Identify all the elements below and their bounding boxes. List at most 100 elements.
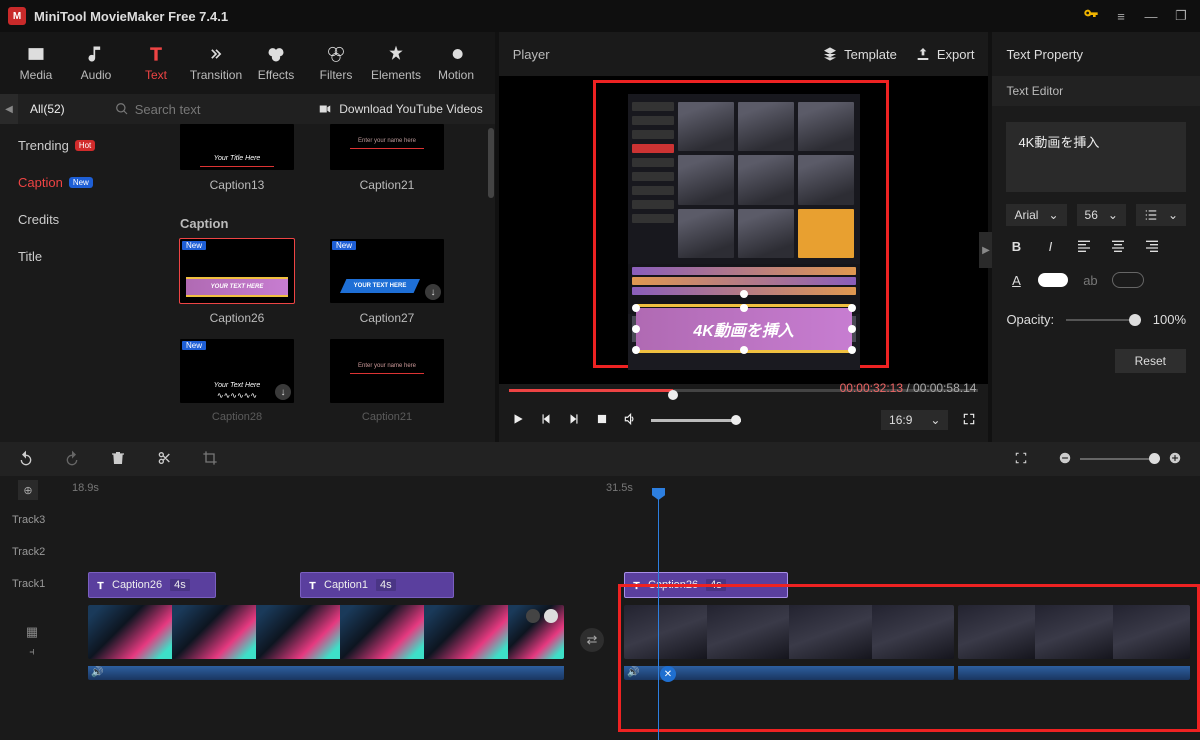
align-left-button[interactable] <box>1074 236 1094 256</box>
prev-frame-button[interactable] <box>539 412 553 429</box>
clip-badge-icon <box>526 609 540 623</box>
audio-waveform[interactable]: 🔊 <box>88 666 564 680</box>
volume-icon[interactable] <box>623 412 637 429</box>
menu-icon[interactable]: ≡ <box>1110 9 1132 24</box>
download-youtube-link[interactable]: Download YouTube Videos <box>317 102 482 116</box>
video-preview: 4K動画を挿入 <box>628 94 860 370</box>
video-track-icon[interactable]: ▦ <box>26 624 38 640</box>
chevron-down-icon: ⌄ <box>1048 208 1058 222</box>
line-spacing-dropdown[interactable]: ⌄ <box>1136 204 1186 226</box>
swap-clips-button[interactable]: ⇄ <box>580 628 604 652</box>
clip-badge-icon <box>544 609 558 623</box>
highlight-color-swatch[interactable] <box>1112 272 1144 288</box>
download-icon[interactable]: ↓ <box>425 284 441 300</box>
delete-button[interactable] <box>110 450 126 469</box>
tab-elements[interactable]: Elements <box>366 44 426 82</box>
template-button[interactable]: Template <box>822 46 897 62</box>
panel-subtitle: Text Editor <box>1006 84 1063 98</box>
tab-effects[interactable]: Effects <box>246 44 306 82</box>
caption-thumbnail[interactable]: Enter your name here <box>330 124 444 170</box>
next-frame-button[interactable] <box>567 412 581 429</box>
chevron-down-icon: ⌄ <box>1108 208 1118 222</box>
chevron-down-icon: ⌄ <box>1168 208 1178 222</box>
redo-button[interactable] <box>64 450 80 469</box>
category-trending[interactable]: TrendingHot <box>18 138 158 153</box>
search-input[interactable]: Search text <box>115 102 308 117</box>
download-icon[interactable]: ↓ <box>275 384 291 400</box>
text-content-input[interactable]: 4K動画を挿入 <box>1006 122 1186 192</box>
font-family-dropdown[interactable]: Arial⌄ <box>1006 204 1066 226</box>
reset-button[interactable]: Reset <box>1115 349 1186 373</box>
time-current: 00:00:32:13 <box>840 381 903 395</box>
highlight-button[interactable]: ab <box>1080 270 1100 290</box>
minimize-icon[interactable]: — <box>1140 9 1162 24</box>
timeline-clip[interactable]: Caption14s <box>300 572 454 598</box>
text-clip-icon <box>307 580 318 591</box>
speaker-icon[interactable]: 🔊 <box>91 667 103 678</box>
zoom-slider[interactable] <box>1080 458 1160 460</box>
category-all[interactable]: All(52) <box>28 102 65 116</box>
caption-thumbnail[interactable]: New Your Text Here ∿∿∿∿∿∿ ↓ <box>180 339 294 403</box>
zoom-in-button[interactable] <box>1168 451 1182 468</box>
category-caption[interactable]: CaptionNew <box>18 175 158 190</box>
opacity-slider[interactable] <box>1066 319 1141 321</box>
tab-text[interactable]: Text <box>126 44 186 82</box>
camera-icon <box>317 102 333 116</box>
export-icon <box>915 46 931 62</box>
delete-marker[interactable]: ✕ <box>660 666 676 682</box>
aspect-ratio-dropdown[interactable]: 16:9⌄ <box>881 410 948 430</box>
export-button[interactable]: Export <box>915 46 975 62</box>
play-button[interactable] <box>511 412 525 429</box>
tab-motion[interactable]: Motion <box>426 44 486 82</box>
align-center-button[interactable] <box>1108 236 1128 256</box>
track-lock-icon[interactable]: ⫞ <box>29 646 35 659</box>
bold-button[interactable]: B <box>1006 236 1026 256</box>
tab-audio[interactable]: Audio <box>66 44 126 82</box>
maximize-icon[interactable]: ❐ <box>1170 8 1192 24</box>
chevron-down-icon: ⌄ <box>930 413 940 427</box>
text-color-swatch[interactable] <box>1038 273 1068 287</box>
text-overlay-box[interactable]: 4K動画を挿入 <box>636 308 852 350</box>
undo-button[interactable] <box>18 450 34 469</box>
zoom-fit-button[interactable] <box>1014 451 1028 468</box>
time-marker: 18.9s <box>72 482 99 494</box>
panel-collapse-icon[interactable]: ▶ <box>979 232 992 268</box>
fullscreen-button[interactable] <box>962 412 976 429</box>
tab-filters[interactable]: Filters <box>306 44 366 82</box>
player-label: Player <box>513 47 804 62</box>
upgrade-key-icon[interactable] <box>1080 7 1102 26</box>
track-label: Track2 <box>0 546 76 558</box>
video-clip[interactable] <box>88 605 564 659</box>
caption-label: Caption28 <box>212 411 262 423</box>
caption-thumbnail[interactable]: Enter your name here <box>330 339 444 403</box>
timeline-clip[interactable]: Caption264s <box>88 572 216 598</box>
opacity-label: Opacity: <box>1006 312 1054 327</box>
timeline-playhead[interactable] <box>658 496 659 740</box>
player-canvas[interactable]: 4K動画を挿入 <box>499 76 989 384</box>
crop-button[interactable] <box>202 450 218 469</box>
annotation-highlight <box>618 584 1200 732</box>
time-duration: 00:00:58.14 <box>913 381 976 395</box>
opacity-value: 100% <box>1153 312 1186 327</box>
volume-slider[interactable] <box>651 419 741 422</box>
caption-thumbnail[interactable]: New YOUR TEXT HERE ↓ <box>330 239 444 303</box>
category-credits[interactable]: Credits <box>18 212 158 227</box>
track-label: Track3 <box>0 514 76 526</box>
zoom-out-button[interactable] <box>1058 451 1072 468</box>
vertical-scrollbar[interactable] <box>488 128 494 198</box>
caption-label: Caption13 <box>210 178 265 192</box>
stop-button[interactable] <box>595 412 609 429</box>
split-button[interactable] <box>156 450 172 469</box>
font-size-dropdown[interactable]: 56⌄ <box>1077 204 1126 226</box>
sidebar-collapse-icon[interactable]: ◀ <box>0 94 18 124</box>
align-right-button[interactable] <box>1142 236 1162 256</box>
add-track-button[interactable]: ⊕ <box>18 480 38 500</box>
font-color-button[interactable]: A <box>1006 270 1026 290</box>
category-title[interactable]: Title <box>18 249 158 264</box>
line-spacing-icon <box>1144 208 1158 222</box>
tab-transition[interactable]: Transition <box>186 44 246 82</box>
italic-button[interactable]: I <box>1040 236 1060 256</box>
caption-thumbnail[interactable]: Your Title Here <box>180 124 294 170</box>
caption-thumbnail-selected[interactable]: New YOUR TEXT HERE <box>180 239 294 303</box>
tab-media[interactable]: Media <box>6 44 66 82</box>
